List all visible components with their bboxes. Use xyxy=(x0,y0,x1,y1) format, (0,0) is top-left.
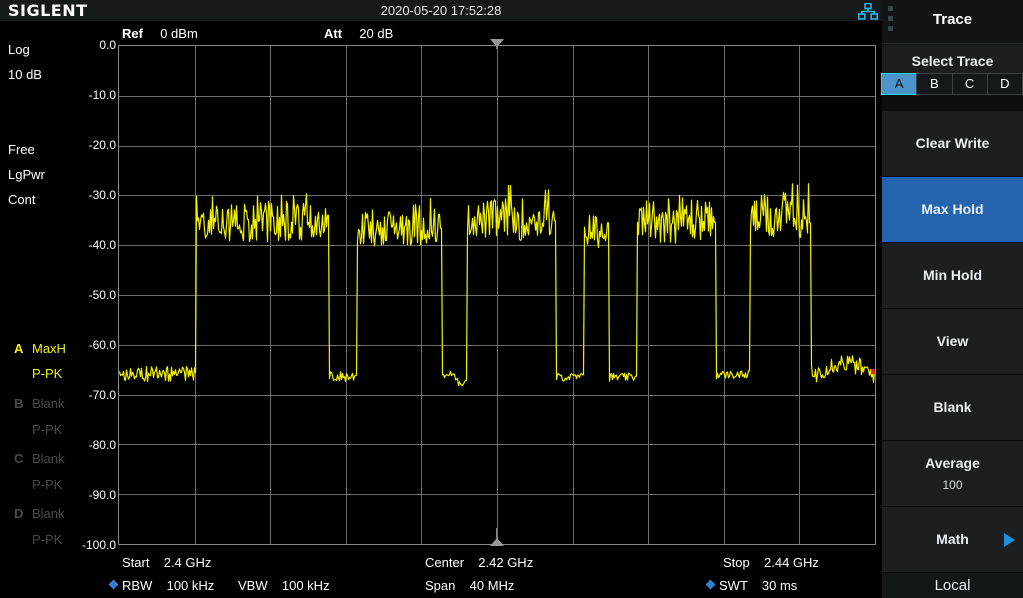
center-marker-bottom-stem xyxy=(496,528,497,539)
y-tick-9: -90.0 xyxy=(56,488,116,502)
trace-a-letter: A xyxy=(14,341,23,356)
y-tick-0: 0.0 xyxy=(56,38,116,52)
vbw-setting[interactable]: VBW 100 kHz xyxy=(238,578,330,593)
attenuation[interactable]: Att 20 dB xyxy=(324,26,393,41)
span-label: Span xyxy=(425,578,455,593)
stop-label: Stop xyxy=(723,555,750,570)
min-hold-label: Min Hold xyxy=(882,267,1023,283)
menu-title: Trace xyxy=(882,11,1023,28)
max-hold-label: Max Hold xyxy=(882,201,1023,217)
start-value: 2.4 GHz xyxy=(164,555,212,570)
softkey-math[interactable]: Math xyxy=(882,507,1023,573)
rbw-setting[interactable]: RBW 100 kHz xyxy=(122,578,214,593)
span-value: 40 MHz xyxy=(470,578,515,593)
rbw-value: 100 kHz xyxy=(167,578,215,593)
vbw-value: 100 kHz xyxy=(282,578,330,593)
ref-value: 0 dBm xyxy=(160,26,198,41)
spectrum-graph[interactable] xyxy=(118,45,876,545)
softkey-blank[interactable]: Blank xyxy=(882,375,1023,441)
center-marker-bottom-icon xyxy=(490,538,504,546)
spectrum-analyzer-screen: SIGLENT 2020-05-20 17:52:28 Log 10 dB Fr… xyxy=(0,0,1023,598)
softkey-max-hold[interactable]: Max Hold xyxy=(882,177,1023,243)
datetime-display: 2020-05-20 17:52:28 xyxy=(0,3,882,18)
stop-value: 2.44 GHz xyxy=(764,555,819,570)
y-axis-tick-labels: 0.0 -10.0 -20.0 -30.0 -40.0 -50.0 -60.0 … xyxy=(52,45,116,547)
softkey-menu-panel: Trace Select Trace A B C D Clear Write M… xyxy=(882,0,1023,598)
reference-level[interactable]: Ref 0 dBm xyxy=(122,26,198,41)
y-tick-1: -10.0 xyxy=(56,88,116,102)
clear-write-label: Clear Write xyxy=(882,135,1023,151)
blank-label: Blank xyxy=(882,399,1023,415)
average-label: Average xyxy=(882,455,1023,471)
span-setting[interactable]: Span 40 MHz xyxy=(425,578,514,593)
select-trace-label: Select Trace xyxy=(882,53,1023,69)
center-label: Center xyxy=(425,555,464,570)
detector-mode-label: LgPwr xyxy=(8,167,45,182)
swt-label: SWT xyxy=(719,578,748,593)
average-count: 100 xyxy=(882,478,1023,492)
stop-freq[interactable]: Stop 2.44 GHz xyxy=(723,555,819,570)
y-tick-5: -50.0 xyxy=(56,288,116,302)
trace-option-a[interactable]: A xyxy=(881,73,917,95)
trace-a-waveform xyxy=(119,46,875,544)
y-tick-8: -80.0 xyxy=(56,438,116,452)
math-label: Math xyxy=(882,531,1023,547)
rbw-auto-diamond-icon xyxy=(109,580,119,590)
center-marker-top-icon xyxy=(490,39,504,47)
view-label: View xyxy=(882,333,1023,349)
y-tick-7: -70.0 xyxy=(56,388,116,402)
swt-setting[interactable]: SWT 30 ms xyxy=(719,578,797,593)
trace-option-d[interactable]: D xyxy=(987,73,1023,95)
scale-per-div-label: 10 dB xyxy=(8,67,42,82)
vbw-label: VBW xyxy=(238,578,268,593)
ref-label: Ref xyxy=(122,26,143,41)
center-value: 2.42 GHz xyxy=(478,555,533,570)
softkey-average[interactable]: Average 100 xyxy=(882,441,1023,507)
att-value: 20 dB xyxy=(359,26,393,41)
y-tick-6: -60.0 xyxy=(56,338,116,352)
start-label: Start xyxy=(122,555,149,570)
softkey-min-hold[interactable]: Min Hold xyxy=(882,243,1023,309)
softkey-clear-write[interactable]: Clear Write xyxy=(882,111,1023,177)
start-freq[interactable]: Start 2.4 GHz xyxy=(122,555,211,570)
trace-option-b[interactable]: B xyxy=(916,73,952,95)
trace-c-letter: C xyxy=(14,451,23,466)
swt-value: 30 ms xyxy=(762,578,797,593)
trace-option-c[interactable]: C xyxy=(952,73,988,95)
trace-d-letter: D xyxy=(14,506,23,521)
swt-auto-diamond-icon xyxy=(706,580,716,590)
att-label: Att xyxy=(324,26,342,41)
trigger-label: Free xyxy=(8,142,35,157)
y-tick-2: -20.0 xyxy=(56,138,116,152)
softkey-select-trace[interactable]: Select Trace A B C D xyxy=(882,45,1023,95)
network-lan-icon[interactable] xyxy=(858,3,878,20)
rbw-label: RBW xyxy=(122,578,152,593)
y-tick-10: -100.0 xyxy=(56,538,116,552)
center-freq[interactable]: Center 2.42 GHz xyxy=(425,555,533,570)
top-status-bar: SIGLENT 2020-05-20 17:52:28 xyxy=(0,0,882,22)
sweep-mode-label: Cont xyxy=(8,192,35,207)
menu-title-bar: Trace xyxy=(882,0,1023,44)
softkey-local[interactable]: Local xyxy=(882,573,1023,598)
trace-selector-segmented[interactable]: A B C D xyxy=(882,73,1023,95)
trace-b-letter: B xyxy=(14,396,23,411)
y-tick-3: -30.0 xyxy=(56,188,116,202)
y-tick-4: -40.0 xyxy=(56,238,116,252)
chevron-right-icon xyxy=(1004,533,1015,547)
softkey-view[interactable]: View xyxy=(882,309,1023,375)
scale-type-label: Log xyxy=(8,42,30,57)
center-marker-top-stem xyxy=(496,39,497,49)
